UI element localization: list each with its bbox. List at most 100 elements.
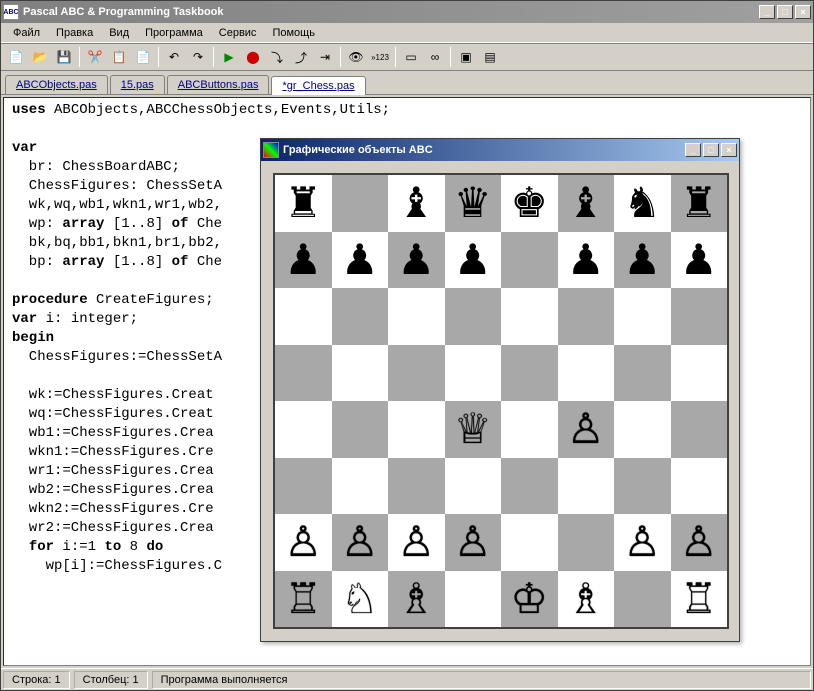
step-icon[interactable]: ⤵: [266, 46, 288, 68]
new-file-icon[interactable]: 📄: [5, 46, 27, 68]
separator: [340, 47, 341, 67]
watch-icon[interactable]: 👁: [345, 46, 367, 68]
chess-piece: ♙: [680, 521, 718, 563]
statusbar: Строка: 1 Столбец: 1 Программа выполняет…: [1, 668, 813, 690]
square: [332, 401, 389, 458]
square: [275, 458, 332, 515]
square: [558, 345, 615, 402]
undo-icon[interactable]: ↶: [163, 46, 185, 68]
square: ♟: [445, 232, 502, 289]
chess-piece: ♖: [284, 578, 322, 620]
square: [388, 345, 445, 402]
square: ♟: [275, 232, 332, 289]
main-titlebar[interactable]: ABC Pascal ABC & Programming Taskbook _ …: [1, 1, 813, 23]
maximize-button[interactable]: □: [777, 5, 793, 19]
square: [388, 458, 445, 515]
tab-gr-chess[interactable]: *gr_Chess.pas: [271, 76, 365, 95]
square: ♙: [445, 514, 502, 571]
square: [501, 288, 558, 345]
redo-icon[interactable]: ↷: [187, 46, 209, 68]
square: ♙: [614, 514, 671, 571]
square: ♔: [501, 571, 558, 628]
chess-piece: ♝: [397, 182, 435, 224]
panel1-icon[interactable]: ▣: [455, 46, 477, 68]
menu-file[interactable]: Файл: [5, 25, 48, 41]
square: ♗: [558, 571, 615, 628]
menu-help[interactable]: Помощь: [264, 25, 323, 41]
square: ♝: [388, 175, 445, 232]
square: [445, 571, 502, 628]
square: [614, 571, 671, 628]
square: [558, 458, 615, 515]
close-button[interactable]: ×: [795, 5, 811, 19]
square: [501, 345, 558, 402]
square: ♙: [388, 514, 445, 571]
child-close-button[interactable]: ×: [721, 143, 737, 157]
square: ♞: [614, 175, 671, 232]
paste-icon[interactable]: 📄: [132, 46, 154, 68]
window-title: Pascal ABC & Programming Taskbook: [23, 6, 759, 18]
status-col: Столбец: 1: [74, 671, 148, 689]
square: [445, 345, 502, 402]
square: ♟: [558, 232, 615, 289]
separator: [450, 47, 451, 67]
chess-piece: ♟: [567, 239, 605, 281]
chess-piece: ♟: [397, 239, 435, 281]
square: ♙: [558, 401, 615, 458]
window-icon[interactable]: ▭: [400, 46, 422, 68]
menu-view[interactable]: Вид: [101, 25, 137, 41]
square: ♚: [501, 175, 558, 232]
step-over-icon[interactable]: ⤴: [290, 46, 312, 68]
chessboard: ♜♝♛♚♝♞♜♟♟♟♟♟♟♟♕♙♙♙♙♙♙♙♖♘♗♔♗♖: [273, 173, 729, 629]
square: [558, 514, 615, 571]
chess-piece: ♟: [284, 239, 322, 281]
chess-piece: ♟: [454, 239, 492, 281]
run-icon[interactable]: ▶: [218, 46, 240, 68]
square: ♙: [332, 514, 389, 571]
square: [445, 458, 502, 515]
menu-service[interactable]: Сервис: [211, 25, 265, 41]
square: [388, 401, 445, 458]
copy-icon[interactable]: 📋: [108, 46, 130, 68]
child-titlebar[interactable]: Графические объекты ABC _ □ ×: [261, 139, 739, 161]
tab-abcobjects[interactable]: ABCObjects.pas: [5, 75, 108, 94]
square: ♘: [332, 571, 389, 628]
menu-program[interactable]: Программа: [137, 25, 211, 41]
square: [671, 401, 728, 458]
menu-edit[interactable]: Правка: [48, 25, 101, 41]
cut-icon[interactable]: ✂️: [84, 46, 106, 68]
chess-piece: ♗: [567, 578, 605, 620]
panel2-icon[interactable]: ▤: [479, 46, 501, 68]
square: [614, 401, 671, 458]
minimize-button[interactable]: _: [759, 5, 775, 19]
square: [332, 288, 389, 345]
square: [558, 288, 615, 345]
chess-piece: ♛: [454, 182, 492, 224]
step-out-icon[interactable]: ⇥: [314, 46, 336, 68]
square: [275, 401, 332, 458]
square: [445, 288, 502, 345]
open-file-icon[interactable]: 📂: [29, 46, 51, 68]
child-maximize-button[interactable]: □: [703, 143, 719, 157]
toolbar: 📄 📂 💾 ✂️ 📋 📄 ↶ ↷ ▶ ⬤ ⤵ ⤴ ⇥ 👁 »123 ▭ ∞ ▣ …: [1, 43, 813, 71]
link-icon[interactable]: ∞: [424, 46, 446, 68]
chess-piece: ♜: [284, 182, 322, 224]
graphics-window[interactable]: Графические объекты ABC _ □ × ♜♝♛♚♝♞♜♟♟♟…: [260, 138, 740, 642]
tab-15[interactable]: 15.pas: [110, 75, 165, 94]
child-minimize-button[interactable]: _: [685, 143, 701, 157]
square: ♟: [332, 232, 389, 289]
square: [332, 458, 389, 515]
square: ♕: [445, 401, 502, 458]
square: ♜: [275, 175, 332, 232]
chess-piece: ♟: [341, 239, 379, 281]
square: ♖: [275, 571, 332, 628]
graphics-canvas: ♜♝♛♚♝♞♜♟♟♟♟♟♟♟♕♙♙♙♙♙♙♙♖♘♗♔♗♖: [261, 161, 739, 641]
save-file-icon[interactable]: 💾: [53, 46, 75, 68]
trace-icon[interactable]: »123: [369, 46, 391, 68]
tab-abcbuttons[interactable]: ABCButtons.pas: [167, 75, 270, 94]
stop-icon[interactable]: ⬤: [242, 46, 264, 68]
chess-piece: ♙: [567, 408, 605, 450]
chess-piece: ♙: [454, 521, 492, 563]
square: [501, 458, 558, 515]
chess-piece: ♙: [397, 521, 435, 563]
